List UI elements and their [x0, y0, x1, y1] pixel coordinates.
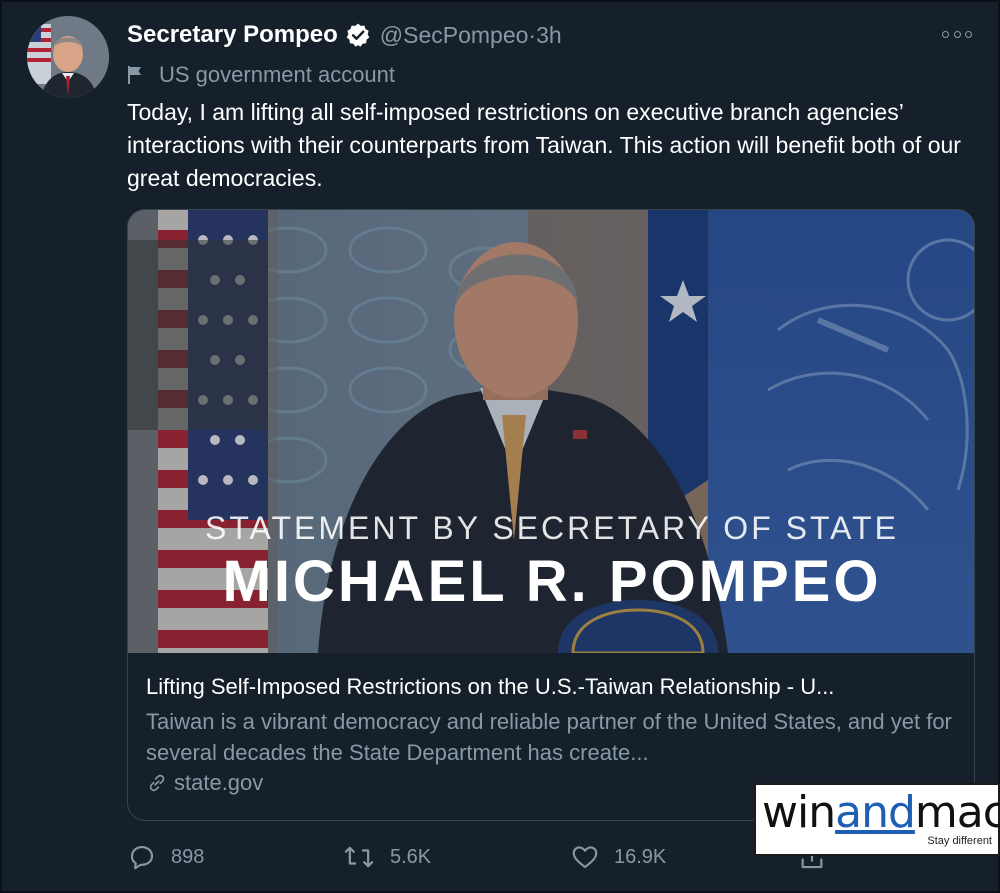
- separator: ·: [528, 21, 537, 48]
- like-button[interactable]: 16.9K: [570, 838, 666, 876]
- card-body[interactable]: Lifting Self-Imposed Restrictions on the…: [146, 672, 961, 796]
- reply-button[interactable]: 898: [127, 838, 204, 876]
- watermark-logo: winandmac Stay different: [754, 783, 1000, 856]
- like-icon: [572, 846, 598, 869]
- link-card[interactable]: STATEMENT BY SECRETARY OF STATE MICHAEL …: [127, 209, 975, 821]
- link-icon: [149, 774, 165, 792]
- timestamp[interactable]: 3h: [536, 22, 562, 49]
- display-name[interactable]: Secretary Pompeo: [127, 21, 338, 49]
- watermark-wordmark: winandmac: [762, 787, 1000, 838]
- gov-label-text: US government account: [159, 62, 396, 87]
- verified-icon: [345, 22, 371, 48]
- tweet-text: Today, I am lifting all self-imposed res…: [127, 99, 961, 191]
- like-count: 16.9K: [614, 845, 667, 868]
- card-domain: state.gov: [174, 770, 264, 795]
- handle[interactable]: @SecPompeo: [380, 22, 529, 49]
- card-image[interactable]: STATEMENT BY SECRETARY OF STATE MICHAEL …: [128, 210, 974, 653]
- card-title[interactable]: Lifting Self-Imposed Restrictions on the…: [146, 672, 961, 702]
- reply-count: 898: [171, 845, 205, 868]
- reply-icon: [130, 845, 154, 870]
- avatar[interactable]: [27, 16, 109, 98]
- more-icon[interactable]: [942, 24, 972, 44]
- gov-account-label: US government account: [127, 60, 395, 90]
- retweet-icon: [344, 846, 374, 868]
- card-description: Taiwan is a vibrant democracy and reliab…: [146, 709, 952, 765]
- retweet-count: 5.6K: [390, 845, 432, 868]
- watermark-tagline: Stay different: [927, 835, 992, 847]
- card-image-subtitle: STATEMENT BY SECRETARY OF STATE: [205, 510, 899, 546]
- flag-icon: [128, 66, 141, 84]
- card-image-title: MICHAEL R. POMPEO: [222, 549, 882, 614]
- tweet-header: Secretary Pompeo @SecPompeo · 3h: [127, 18, 562, 52]
- retweet-button[interactable]: 5.6K: [342, 838, 431, 876]
